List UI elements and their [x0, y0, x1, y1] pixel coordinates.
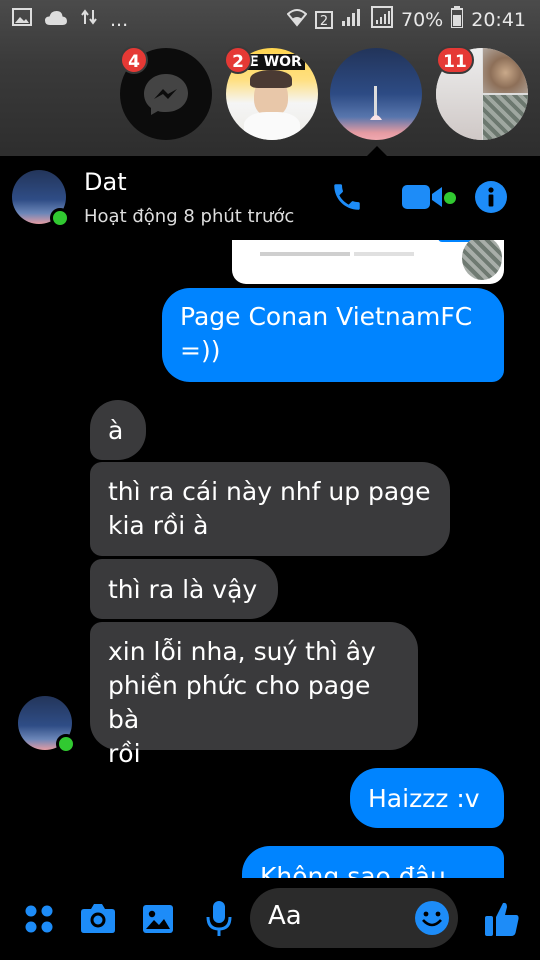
battery-percent: 70% [401, 8, 444, 31]
message-bubble-incoming[interactable]: xin lỗi nha, suý thì ây phiền phức cho p… [90, 622, 418, 768]
person-hair [250, 70, 292, 88]
message-bubble-clip: Không sao đâu mà [242, 846, 504, 878]
sim-slot-indicator: 2 [315, 10, 333, 29]
rocket-icon [370, 86, 382, 120]
chat-heads-bar: PE WOR 4 2 11 [0, 46, 540, 146]
preview-thumbnail [462, 236, 502, 280]
message-bubble-outgoing[interactable]: Không sao đâu mà [242, 846, 504, 878]
more-apps-icon[interactable] [24, 904, 54, 938]
status-right: 2 70% 20:41 [286, 6, 526, 33]
active-status: Hoạt động 8 phút trước [84, 206, 295, 227]
camera-icon[interactable] [80, 902, 116, 938]
battery-icon [450, 6, 465, 33]
unread-badge-group: 11 [436, 46, 474, 74]
phone-call-icon[interactable] [330, 180, 364, 218]
sender-online-indicator [56, 734, 76, 754]
signal-icon-2 [371, 6, 393, 33]
online-indicator [50, 208, 70, 228]
wifi-icon [286, 7, 308, 32]
message-bubble-incoming[interactable]: thì ra là vậy [90, 559, 278, 619]
data-transfer-icon [80, 8, 98, 31]
preview-text-line-2 [354, 252, 414, 256]
message-bubble-incoming[interactable]: thì ra cái này nhf up page kia rồi à [90, 462, 450, 556]
status-left: ... [12, 8, 128, 31]
message-input[interactable]: Aa [250, 888, 458, 948]
video-online-dot [444, 192, 456, 204]
cloud-icon [44, 9, 68, 31]
gallery-icon [12, 8, 32, 31]
group-photo-3 [483, 95, 528, 140]
microphone-icon[interactable] [206, 900, 232, 942]
chat-head-dat[interactable] [330, 48, 422, 140]
info-icon[interactable] [474, 180, 508, 218]
message-bubble-outgoing[interactable]: Page Conan VietnamFC =)) [162, 288, 504, 382]
message-input-placeholder: Aa [268, 901, 302, 931]
thumbs-up-icon[interactable] [484, 900, 520, 942]
status-bar: ... 2 70% 20:41 [0, 0, 540, 38]
gallery-photo-icon[interactable] [142, 904, 174, 938]
contact-name[interactable]: Dat [84, 168, 127, 196]
emoji-icon[interactable] [414, 900, 450, 940]
person-shirt [244, 112, 300, 140]
group-photo-2 [483, 48, 528, 93]
unread-badge-contact-2: 2 [224, 46, 252, 74]
signal-icon [341, 7, 363, 32]
clock: 20:41 [471, 8, 526, 31]
message-bubble-outgoing[interactable]: Haizzz :v [350, 768, 504, 828]
message-bubble-incoming[interactable]: à [90, 400, 146, 460]
preview-text-line [260, 252, 350, 256]
chat-header [0, 156, 540, 240]
unread-badge-messenger: 4 [120, 46, 148, 74]
more-notifications-dots: ... [110, 8, 129, 31]
video-call-icon[interactable] [402, 182, 446, 216]
